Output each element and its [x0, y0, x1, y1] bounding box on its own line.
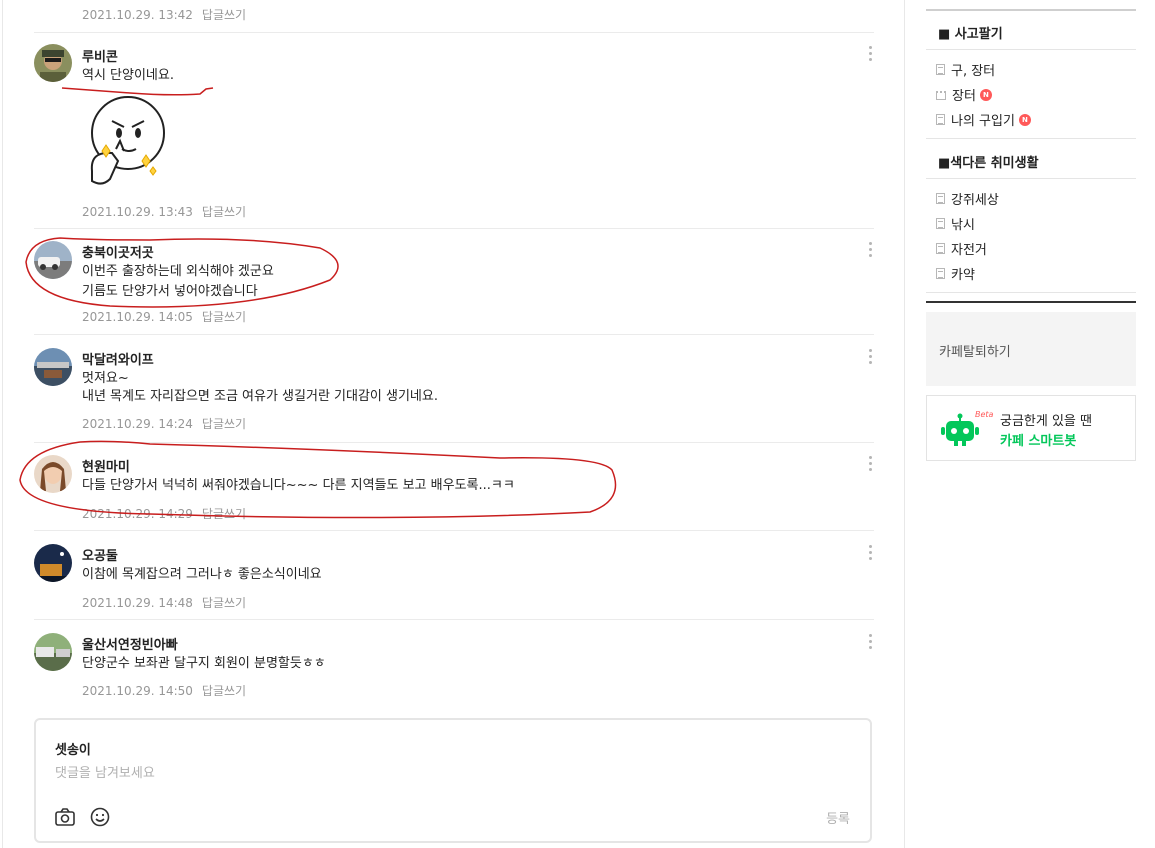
doc-icon	[936, 193, 945, 204]
sidebar-item-label: 카약	[951, 268, 975, 283]
new-badge: N	[1018, 113, 1031, 126]
sidebar-item-label: 낚시	[951, 218, 975, 233]
sidebar-top-line	[926, 9, 1136, 11]
comment-input[interactable]	[55, 766, 755, 781]
sidebar-item-pets[interactable]: 강쥐세상	[936, 189, 999, 208]
camera-icon[interactable]	[54, 806, 76, 828]
sidebar-bottom-line	[926, 301, 1136, 303]
doc-icon	[936, 268, 945, 279]
sidebar-item-fishing[interactable]: 낚시	[936, 214, 975, 233]
sidebar-item-label: 나의 구입기	[951, 114, 1015, 129]
sidebar-item-my-purchases[interactable]: 나의 구입기 N	[936, 110, 1031, 129]
sidebar-section-title: ■색다른 취미생활	[938, 156, 1039, 171]
sidebar-divider	[926, 49, 1136, 50]
sidebar-item-bicycle[interactable]: 자전거	[936, 239, 987, 258]
robot-icon	[940, 413, 980, 447]
comment-write-box: 셋송이 등록	[34, 718, 872, 843]
smartbot-line2: 카페 스마트봇	[1000, 434, 1077, 449]
sidebar-divider	[926, 178, 1136, 179]
smiley-icon[interactable]	[89, 806, 111, 828]
sidebar-item-old-market[interactable]: 구, 장터	[936, 60, 995, 79]
sidebar-item-label: 장터	[952, 89, 976, 104]
annotation-underline	[61, 87, 214, 96]
sidebar-section-title: ■ 사고팔기	[938, 27, 1003, 42]
sidebar-item-label: 자전거	[951, 243, 987, 258]
annotation-ellipse	[19, 440, 617, 519]
sidebar-item-label: 구, 장터	[951, 64, 996, 79]
sidebar-item-kayak[interactable]: 카약	[936, 264, 975, 283]
submit-button[interactable]: 등록	[826, 808, 850, 827]
doc-icon	[936, 64, 945, 75]
new-badge: N	[979, 88, 992, 101]
sidebar-divider	[926, 138, 1136, 139]
leave-cafe-button[interactable]: 카페탈퇴하기	[926, 312, 1136, 386]
annotation-ellipse	[25, 237, 339, 308]
doc-icon	[936, 243, 945, 254]
market-icon	[936, 89, 946, 100]
smartbot-line1: 궁금한게 있을 땐	[1000, 414, 1092, 429]
sidebar-item-market[interactable]: 장터 N	[936, 85, 992, 104]
leave-cafe-label: 카페탈퇴하기	[939, 345, 1011, 360]
smartbot-banner[interactable]: Beta 궁금한게 있을 땐 카페 스마트봇	[926, 395, 1136, 461]
doc-icon	[936, 218, 945, 229]
doc-icon	[936, 114, 945, 125]
beta-label: Beta	[975, 410, 994, 419]
write-author-name: 셋송이	[55, 743, 91, 758]
sidebar-divider	[926, 292, 1136, 293]
sidebar-item-label: 강쥐세상	[951, 193, 999, 208]
